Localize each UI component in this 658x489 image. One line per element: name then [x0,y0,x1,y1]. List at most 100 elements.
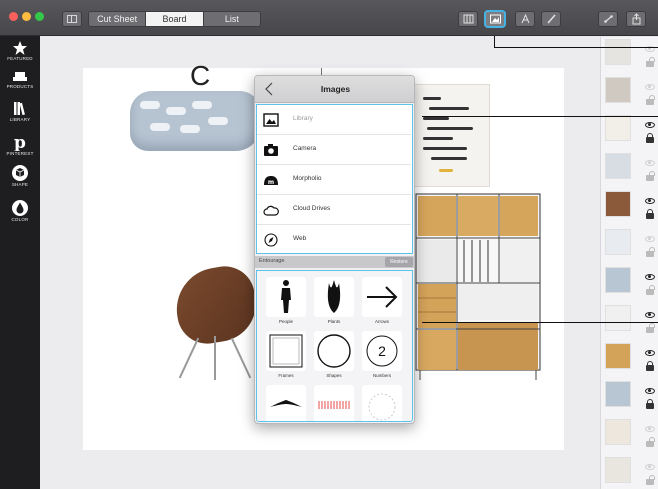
sidebar-item-products[interactable]: PRODUCTS [0,68,40,90]
layer-thumbnail[interactable] [605,39,631,65]
lock-icon[interactable] [646,133,654,143]
entourage-tile-dashed-circle[interactable] [362,385,402,421]
restore-button[interactable]: Restore [385,257,413,267]
share-icon[interactable] [626,11,646,27]
cube-icon [12,165,28,181]
eye-icon[interactable] [645,122,655,128]
eye-icon[interactable] [645,274,655,280]
text-icon[interactable] [515,11,535,27]
tab-list[interactable]: List [203,12,260,26]
entourage-tile-people[interactable] [266,277,306,317]
annotation-line [422,116,658,117]
eye-icon[interactable] [645,312,655,318]
layer-thumbnail[interactable] [605,77,631,103]
drop-icon [12,200,28,216]
eye-icon[interactable] [645,388,655,394]
source-cloud-drives[interactable]: Cloud Drives [257,195,411,225]
entourage-tile-hatch[interactable] [314,385,354,421]
layer-thumbnail[interactable] [605,229,631,255]
eye-icon[interactable] [645,464,655,470]
images-icon[interactable] [485,11,505,27]
layer-thumbnail[interactable] [605,419,631,445]
books-icon [14,102,25,116]
star-icon [13,41,27,55]
source-label: Library [293,115,313,122]
sidebar-item-library[interactable]: LIBRARY [0,99,40,123]
source-camera[interactable]: Camera [257,135,411,165]
lock-icon[interactable] [646,361,654,371]
entourage-tile-boomerang[interactable] [266,385,306,421]
pinterest-icon: p [14,133,26,151]
lock-icon[interactable] [646,57,655,67]
zoom-window-button[interactable] [35,12,44,21]
layer-thumbnail[interactable] [605,381,631,407]
source-web[interactable]: Web [257,225,411,255]
camera-icon [264,144,278,156]
eye-icon[interactable] [645,236,655,242]
entourage-tile-shapes[interactable] [314,331,354,371]
typography-poster-image[interactable] [404,84,490,187]
app-window: Cut Sheet Board List FEATURED PRODUCTS L… [0,0,658,489]
entourage-tile-arrows[interactable] [362,277,402,317]
entourage-tile-plants[interactable] [314,277,354,317]
source-label: Cloud Drives [293,205,331,212]
tab-board[interactable]: Board [146,12,204,26]
annotation-line [494,36,495,47]
layer-thumbnail[interactable] [605,153,631,179]
layer-thumbnail[interactable] [605,191,631,217]
panel-title: Images [320,84,351,94]
panel-header: Images [255,76,414,103]
sidebar-item-featured[interactable]: FEATURED [0,40,40,62]
entourage-tile-label: Arrows [374,319,389,324]
lock-icon[interactable] [646,285,655,295]
storage-unit-image[interactable] [414,192,544,382]
hatch-icon [318,401,350,409]
source-morpholio[interactable]: m Morpholio [257,165,411,195]
eye-icon[interactable] [645,198,655,204]
lock-icon[interactable] [646,399,654,409]
lock-icon[interactable] [646,475,655,485]
close-window-button[interactable] [9,12,18,21]
layer-thumbnail[interactable] [605,305,631,331]
pen-icon[interactable] [541,11,561,27]
morpholio-icon: m [264,176,278,186]
boomerang-icon [270,400,302,407]
sidebar-item-shape[interactable]: SHAPE [0,164,40,188]
entourage-tile-numbers[interactable]: 2 [362,331,402,371]
source-library[interactable]: Library [257,105,411,135]
lounge-chair-image[interactable] [168,261,266,380]
lock-icon[interactable] [646,95,655,105]
layer-thumbnail[interactable] [605,457,631,483]
lock-icon[interactable] [646,437,655,447]
entourage-tile-label: Plants [327,319,341,324]
sidebar-item-pinterest[interactable]: p PINTEREST [0,133,40,157]
lock-icon[interactable] [646,209,654,219]
grid-icon[interactable] [458,11,478,27]
layer-thumbnail[interactable] [605,115,631,141]
arrow-icon [367,286,398,308]
lock-icon[interactable] [646,171,655,181]
frame-icon [269,334,303,368]
eye-icon[interactable] [645,160,655,166]
eye-icon[interactable] [645,84,655,90]
compass-icon [264,233,278,247]
entourage-tile-frames[interactable] [266,331,306,371]
source-label: Morpholio [293,175,322,182]
pillow-image[interactable] [130,91,260,151]
lock-icon[interactable] [646,323,655,333]
sidebar-toggle-icon[interactable] [62,11,82,27]
board-title-text[interactable]: C [190,60,210,92]
eye-icon[interactable] [645,350,655,356]
sidebar-item-color[interactable]: COLOR [0,199,40,223]
sidebar-item-label: PINTEREST [6,151,34,156]
svg-text:p: p [14,133,26,151]
tab-cut-sheet[interactable]: Cut Sheet [89,12,147,26]
svg-text:m: m [268,179,274,186]
minimize-window-button[interactable] [22,12,31,21]
layer-thumbnail[interactable] [605,267,631,293]
layer-thumbnail[interactable] [605,343,631,369]
eye-icon[interactable] [645,426,655,432]
link-icon[interactable] [598,11,618,27]
annotation-line [494,47,658,48]
lock-icon[interactable] [646,247,655,257]
